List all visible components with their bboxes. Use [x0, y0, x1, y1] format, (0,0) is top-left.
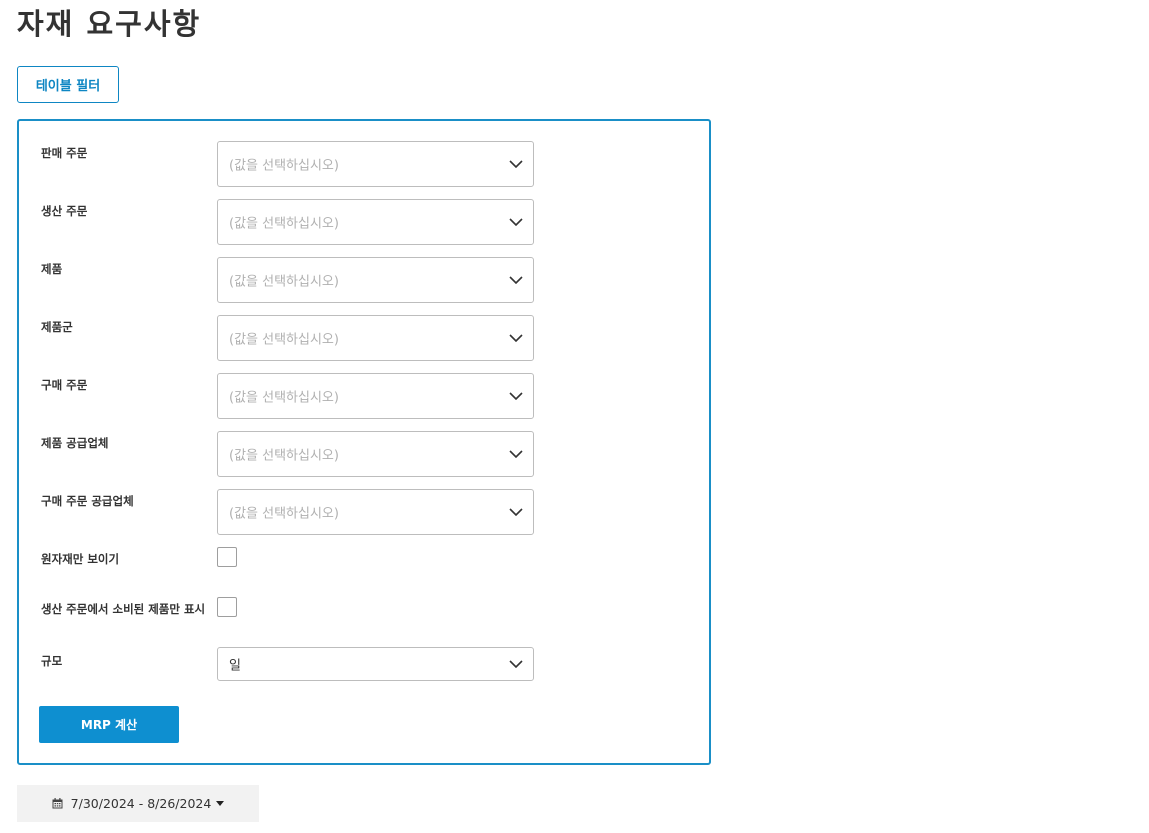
caret-down-icon [216, 801, 225, 806]
product-supplier-label: 제품 공급업체 [41, 436, 109, 450]
sales-order-placeholder: (값을 선택하십시오) [229, 158, 339, 174]
raw-materials-only-label: 원자재만 보이기 [41, 552, 120, 566]
page-title: 자재 요구사항 [17, 7, 202, 41]
chevron-down-icon [509, 392, 523, 400]
purchase-order-select[interactable]: (값을 선택하십시오) [217, 373, 534, 419]
chevron-down-icon [509, 160, 523, 168]
sales-order-select[interactable]: (값을 선택하십시오) [217, 141, 534, 187]
purchase-order-supplier-label: 구매 주문 공급업체 [41, 494, 134, 508]
scale-label: 규모 [41, 654, 63, 668]
consumed-products-only-checkbox[interactable] [217, 597, 237, 617]
calculate-mrp-button[interactable]: MRP 계산 [39, 706, 179, 743]
chevron-down-icon [509, 450, 523, 458]
product-label: 제품 [41, 262, 63, 276]
product-category-placeholder: (값을 선택하십시오) [229, 332, 339, 348]
chevron-down-icon [509, 276, 523, 284]
product-supplier-placeholder: (값을 선택하십시오) [229, 448, 339, 464]
purchase-order-supplier-select[interactable]: (값을 선택하십시오) [217, 489, 534, 535]
purchase-order-supplier-placeholder: (값을 선택하십시오) [229, 506, 339, 522]
date-range-picker[interactable]: 7/30/2024 - 8/26/2024 [17, 785, 259, 822]
scale-select[interactable]: 일 [217, 647, 534, 681]
purchase-order-placeholder: (값을 선택하십시오) [229, 390, 339, 406]
scale-value: 일 [229, 658, 241, 674]
purchase-order-label: 구매 주문 [41, 378, 88, 392]
chevron-down-icon [509, 218, 523, 226]
consumed-products-only-label: 생산 주문에서 소비된 제품만 표시 [41, 602, 206, 616]
production-order-placeholder: (값을 선택하십시오) [229, 216, 339, 232]
chevron-down-icon [509, 660, 523, 668]
production-order-label: 생산 주문 [41, 204, 88, 218]
chevron-down-icon [509, 508, 523, 516]
product-select[interactable]: (값을 선택하십시오) [217, 257, 534, 303]
product-supplier-select[interactable]: (값을 선택하십시오) [217, 431, 534, 477]
production-order-select[interactable]: (값을 선택하십시오) [217, 199, 534, 245]
table-filter-button[interactable]: 테이블 필터 [17, 66, 119, 103]
calendar-icon [52, 798, 63, 809]
raw-materials-only-checkbox[interactable] [217, 547, 237, 567]
filter-panel: 판매 주문 (값을 선택하십시오) 생산 주문 (값을 선택하십시오) 제품 (… [17, 119, 711, 765]
date-range-label: 7/30/2024 - 8/26/2024 [70, 796, 212, 811]
product-category-select[interactable]: (값을 선택하십시오) [217, 315, 534, 361]
product-category-label: 제품군 [41, 320, 73, 334]
sales-order-label: 판매 주문 [41, 146, 88, 160]
chevron-down-icon [509, 334, 523, 342]
product-placeholder: (값을 선택하십시오) [229, 274, 339, 290]
